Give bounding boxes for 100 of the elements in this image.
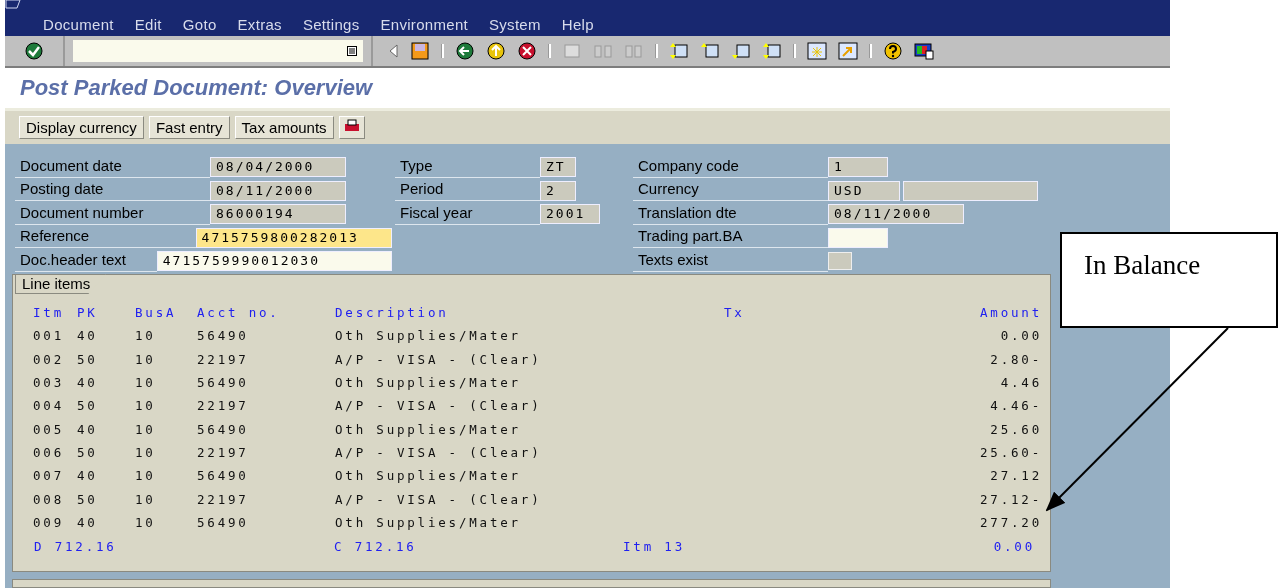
column-header: PK [77, 305, 99, 321]
table-cell-text: A/P - VISA - (Clear) [335, 351, 543, 367]
menu-item[interactable]: Settings [302, 16, 360, 33]
printer-icon [343, 119, 360, 133]
save-icon[interactable] [410, 42, 430, 60]
toolbar-button[interactable]: Tax amounts [234, 116, 334, 139]
table-cell-text: 22197 [197, 491, 250, 507]
table-cell-text: 001 [33, 328, 65, 344]
table-cell-text: 10 [135, 398, 157, 414]
menu-item[interactable]: Edit [134, 16, 162, 33]
table-cell-text: 003 [33, 375, 65, 391]
field-label: Reference [15, 227, 196, 249]
table-cell-text: 50 [77, 444, 99, 460]
toolbar-button[interactable]: Fast entry [148, 116, 230, 139]
column-header: Tx [724, 305, 746, 321]
callout-box: In Balance [1060, 232, 1278, 328]
table-cell-text: 25.60- [979, 444, 1042, 460]
table-cell-text: 10 [135, 351, 157, 367]
table-cell-text: 22197 [197, 398, 250, 414]
table-cell-text: 50 [77, 491, 99, 507]
table-cell-text: 10 [135, 514, 157, 530]
table-cell-text: 4.46- [989, 398, 1042, 414]
input-field[interactable]: 08/04/2000 [210, 157, 346, 178]
table-cell-text: 10 [135, 375, 157, 391]
table-cell-text: Oth Supplies/Mater [335, 468, 522, 484]
shortcut-icon[interactable] [838, 42, 858, 60]
menu-item[interactable]: Goto [182, 16, 217, 33]
first-page-icon[interactable] [669, 42, 689, 60]
monitor-icon[interactable] [914, 42, 934, 60]
panel-tab[interactable]: Line items [15, 274, 107, 294]
last-page-icon[interactable] [762, 42, 782, 60]
input-field[interactable]: 4715759800282013 [195, 227, 392, 248]
input-field[interactable] [903, 180, 1038, 201]
input-field[interactable] [828, 227, 888, 248]
table-cell-text: 10 [135, 444, 157, 460]
column-header: BusA [135, 305, 178, 321]
balance-total: 0.00 [992, 539, 1035, 555]
list-icon[interactable] [347, 46, 357, 56]
table-cell-text: 56490 [197, 375, 250, 391]
column-header: Acct no. [197, 305, 281, 321]
cancel-icon[interactable] [517, 42, 537, 60]
table-cell-text: 27.12 [989, 468, 1042, 484]
table-cell-text: 22197 [197, 444, 250, 460]
table-cell-text: 005 [33, 421, 65, 437]
input-field[interactable]: 08/11/2000 [210, 180, 346, 201]
input-field[interactable]: 2 [540, 180, 576, 201]
table-cell-text: 4.46 [999, 375, 1042, 391]
menu-item[interactable]: Document [43, 16, 114, 33]
back-triangle-icon[interactable] [387, 42, 399, 60]
table-cell-text: 56490 [197, 468, 250, 484]
next-page-icon[interactable] [731, 42, 751, 60]
table-cell-text: 007 [33, 468, 65, 484]
table-cell-text: 25.60 [989, 421, 1042, 437]
column-header: Amount [979, 305, 1042, 321]
field-label: Texts exist [633, 250, 828, 272]
new-window-icon[interactable] [807, 42, 827, 60]
table-cell-text: 0.00 [999, 328, 1042, 344]
table-cell-text: A/P - VISA - (Clear) [335, 444, 543, 460]
table-cell-text: A/P - VISA - (Clear) [335, 398, 543, 414]
table-cell-text: 40 [77, 328, 99, 344]
table-cell-text: 56490 [197, 514, 250, 530]
field-label: Trading part.BA [633, 227, 828, 249]
input-field[interactable]: USD [828, 180, 900, 201]
checkbox[interactable] [828, 252, 852, 271]
table-cell-text: 50 [77, 398, 99, 414]
table-cell-text: 10 [135, 468, 157, 484]
toolbar-button[interactable]: Display currency [19, 116, 144, 139]
table-cell-text: 002 [33, 351, 65, 367]
field-label: Posting date [15, 180, 210, 202]
table-cell-text: 10 [135, 491, 157, 507]
table-cell-text: Oth Supplies/Mater [335, 421, 522, 437]
menu-item[interactable]: Help [561, 16, 594, 33]
input-field[interactable]: 1 [828, 157, 888, 178]
previous-page-icon[interactable] [700, 42, 720, 60]
table-cell-text: 009 [33, 514, 65, 530]
input-field[interactable]: 4715759990012030 [156, 251, 392, 272]
print-button[interactable] [338, 116, 365, 139]
input-field[interactable]: ZT [540, 157, 576, 178]
table-cell-text: 008 [33, 491, 65, 507]
input-field[interactable]: 08/11/2000 [828, 204, 964, 225]
help-icon[interactable] [883, 42, 903, 60]
table-cell-text: Oth Supplies/Mater [335, 375, 522, 391]
table-cell-text: 27.12- [979, 491, 1042, 507]
menu-item[interactable]: Environment [380, 16, 468, 33]
field-label: Currency [633, 180, 828, 202]
menu-item[interactable]: Extras [237, 16, 282, 33]
table-cell-text: 004 [33, 398, 65, 414]
page-title: Post Parked Document: Overview [20, 75, 373, 101]
column-header: Itm [33, 305, 65, 321]
menu-item[interactable]: System [489, 16, 541, 33]
window-icon[interactable] [5, 0, 21, 9]
input-field[interactable]: 2001 [540, 204, 600, 225]
command-field[interactable] [73, 40, 363, 62]
table-cell-text: 277.20 [979, 514, 1042, 530]
table-cell-text: Oth Supplies/Mater [335, 328, 522, 344]
field-label: Translation dte [633, 203, 828, 225]
checkmark-icon[interactable] [24, 42, 44, 60]
back-icon[interactable] [455, 42, 475, 60]
input-field[interactable]: 86000194 [210, 204, 346, 225]
field-label: Document number [15, 203, 210, 225]
